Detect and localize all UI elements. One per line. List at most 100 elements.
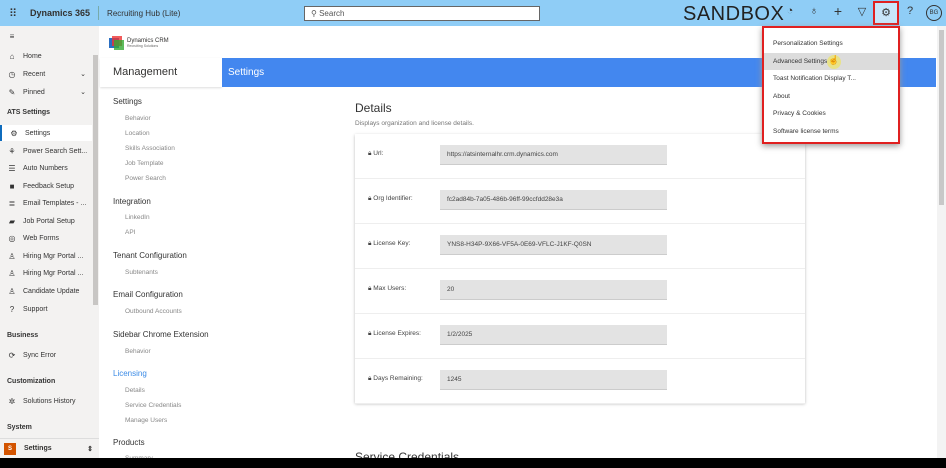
management-panel <box>100 26 222 458</box>
field-value[interactable]: https://atsinternalhr.crm.dynamics.com <box>440 145 667 165</box>
help-icon[interactable]: ? <box>902 5 918 17</box>
label: Sync Error <box>23 351 57 359</box>
mgmt-section[interactable]: Settings <box>113 97 142 106</box>
avatar[interactable]: BG <box>926 5 942 21</box>
nav-auto-numbers[interactable]: ☰ Auto Numbers <box>0 160 92 176</box>
field-value[interactable]: 1/2/2025 <box>440 325 667 345</box>
logo: Dynamics CRM Recruiting Solutions <box>107 34 169 52</box>
mgmt-section[interactable]: Integration <box>113 197 151 206</box>
field-value[interactable]: 20 <box>440 280 667 300</box>
section-ats: ATS Settings <box>7 109 51 116</box>
person-icon: ♙ <box>8 286 16 296</box>
nav-support[interactable]: ? Support <box>0 301 92 317</box>
label: Email Templates - ... <box>23 199 87 207</box>
mgmt-item[interactable]: Subtenants <box>125 269 158 276</box>
settings-button[interactable]: ⚙ <box>873 1 899 25</box>
field-value[interactable]: YNS8-H34P-9X66-VF5A-0E69-VFLC-J1KF-Q0SN <box>440 235 667 255</box>
database-icon: ≣ <box>8 198 16 208</box>
area-label: Settings <box>24 445 52 452</box>
mgmt-section[interactable]: Tenant Configuration <box>113 251 187 260</box>
nav-feedback[interactable]: ■ Feedback Setup <box>0 178 92 194</box>
mgmt-item[interactable]: API <box>125 229 135 236</box>
label: Auto Numbers <box>23 164 68 172</box>
nav-web-forms[interactable]: ◎ Web Forms <box>0 230 92 246</box>
sync-icon: ⟳ <box>8 350 16 360</box>
mgmt-item[interactable]: Outbound Accounts <box>125 308 182 315</box>
menu-item[interactable]: About <box>764 88 898 105</box>
task-icon[interactable]: ◔ <box>782 5 798 17</box>
menu-item[interactable]: Privacy & Cookies <box>764 105 898 122</box>
mgmt-item[interactable]: Behavior <box>125 115 151 122</box>
waffle-icon[interactable]: ⠿ <box>0 7 26 20</box>
nav-hiring-portal-1[interactable]: ♙ Hiring Mgr Portal ... <box>0 248 92 264</box>
chevron-down-icon: ⌄ <box>80 71 86 78</box>
nav-power-search[interactable]: ⚘ Power Search Sett... <box>0 143 92 159</box>
search-placeholder: Search <box>319 9 345 18</box>
plus-icon[interactable]: + <box>830 3 846 19</box>
mgmt-section[interactable]: Email Configuration <box>113 290 183 299</box>
label-text: Org Identifier: <box>373 195 413 202</box>
hub-name[interactable]: Recruiting Hub (Lite) <box>107 9 180 18</box>
nav-home[interactable]: ⌂ Home <box>0 48 92 64</box>
environment-label: SANDBOX <box>683 3 785 25</box>
nav-sync-error[interactable]: ⟳ Sync Error <box>0 347 92 363</box>
mgmt-item[interactable]: Job Template <box>125 160 164 167</box>
nav-scrollbar[interactable] <box>93 55 98 305</box>
nav-email-templates[interactable]: ≣ Email Templates - ... <box>0 195 92 211</box>
mgmt-item[interactable]: Skills Association <box>125 145 175 152</box>
nav-settings[interactable]: ⚙ Settings <box>0 125 92 141</box>
logo-tagline: Recruiting Solutions <box>127 44 159 48</box>
nav-job-portal[interactable]: ▰ Job Portal Setup <box>0 213 92 229</box>
mgmt-item[interactable]: Behavior <box>125 348 151 355</box>
label-text: License Expires: <box>373 330 421 337</box>
label: Recent <box>23 70 46 78</box>
label-text: Max Users: <box>373 285 407 292</box>
mgmt-item[interactable]: Manage Users <box>125 417 167 424</box>
nav-pinned[interactable]: ✎ Pinned ⌄ <box>0 84 92 100</box>
nav-solutions-history[interactable]: ✲ Solutions History <box>0 393 92 409</box>
label-text: Url: <box>373 150 384 157</box>
field-value[interactable]: 1245 <box>440 370 667 390</box>
menu-item[interactable]: Software license terms <box>764 123 898 140</box>
search-input[interactable]: ⚲ Search <box>304 6 540 21</box>
black-bar <box>0 458 946 468</box>
section-customization: Customization <box>7 378 56 385</box>
section-business: Business <box>7 332 39 339</box>
detail-row: 🔒︎ Days Remaining: 1245 <box>355 359 805 404</box>
field-value[interactable]: fc2ad84b-7a05-486b-96ff-99ccfdd28e3a <box>440 190 667 210</box>
gear-icon: ⚙ <box>881 7 891 19</box>
divider <box>98 6 100 20</box>
label: Solutions History <box>23 397 76 405</box>
hamburger-icon[interactable]: ≡ <box>0 28 92 44</box>
nav-hiring-portal-2[interactable]: ♙ Hiring Mgr Portal ... <box>0 265 92 281</box>
label: Hiring Mgr Portal ... <box>23 269 84 277</box>
field-label: 🔒︎ Max Users: <box>368 285 406 293</box>
mgmt-item[interactable]: LinkedIn <box>125 214 150 221</box>
nav-recent[interactable]: ◷ Recent ⌄ <box>0 66 92 82</box>
mgmt-item[interactable]: Service Credentials <box>125 402 181 409</box>
label: Power Search Sett... <box>23 147 88 155</box>
field-label: 🔒︎ Org Identifier: <box>368 195 413 203</box>
detail-row: 🔒︎ Max Users: 20 <box>355 269 805 314</box>
mgmt-section[interactable]: Products <box>113 438 145 447</box>
gear-icon: ⚙ <box>10 128 18 138</box>
mgmt-section[interactable]: Licensing <box>113 369 147 378</box>
mgmt-section[interactable]: Sidebar Chrome Extension <box>113 330 209 339</box>
filter-icon[interactable]: ▽ <box>854 5 870 18</box>
menu-item[interactable]: Personalization Settings <box>764 35 898 52</box>
area-switcher[interactable]: S Settings ⇕ <box>0 438 99 458</box>
mgmt-item[interactable]: Power Search <box>125 175 166 182</box>
lightbulb-icon[interactable]: ♁ <box>806 5 822 17</box>
scrollbar-thumb[interactable] <box>939 30 944 205</box>
field-label: 🔒︎ License Expires: <box>368 330 421 338</box>
label: Job Portal Setup <box>23 217 75 225</box>
nav-candidate-update[interactable]: ♙ Candidate Update <box>0 283 92 299</box>
power-search-icon: ⚘ <box>8 146 16 156</box>
mgmt-item[interactable]: Location <box>125 130 150 137</box>
feedback-icon: ■ <box>9 181 15 191</box>
mgmt-item[interactable]: Details <box>125 387 145 394</box>
logo-icon <box>109 36 124 50</box>
menu-item[interactable]: Toast Notification Display T... <box>764 70 898 87</box>
puzzle-icon: ✲ <box>8 396 16 406</box>
app-name[interactable]: Dynamics 365 <box>30 8 90 18</box>
